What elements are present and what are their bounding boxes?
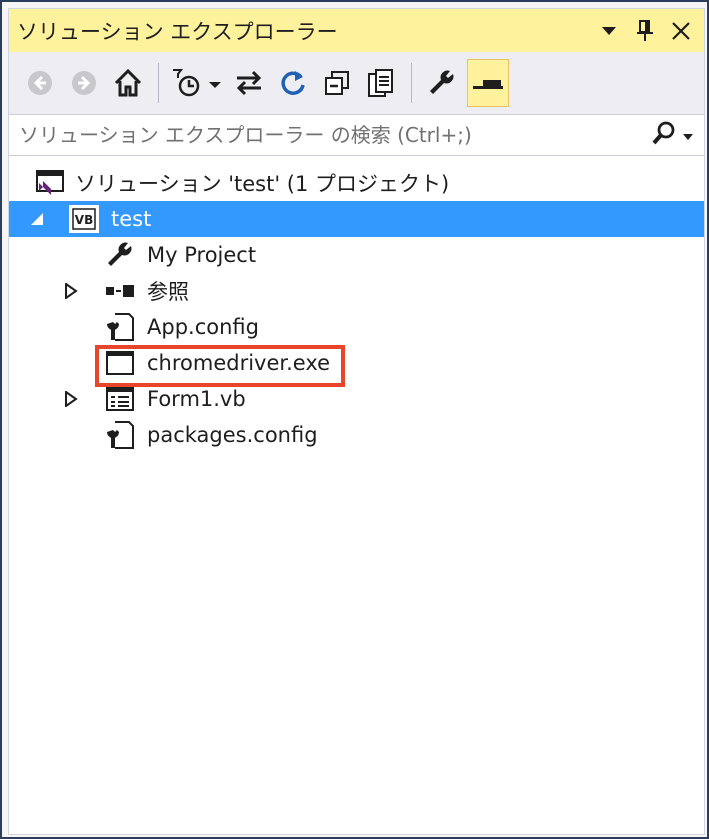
title-bar: ソリューション エクスプローラー <box>9 9 704 52</box>
properties-wrench-icon[interactable] <box>423 63 461 103</box>
solution-explorer-panel: ソリューション エクスプローラー ソリューション エクスプローラー の検索 (C… <box>8 8 705 835</box>
collapsed-arrow-icon[interactable] <box>63 391 79 407</box>
tree-node-label: 参照 <box>147 280 189 304</box>
title-buttons <box>598 19 692 42</box>
vb-project-icon: VB <box>69 204 99 234</box>
search-options-dropdown-icon[interactable] <box>682 126 694 145</box>
search-bar <box>9 114 704 156</box>
config-file-icon <box>105 312 135 342</box>
tree-node-solution[interactable]: ソリューション 'test' (1 プロジェクト) <box>9 165 704 201</box>
forward-icon[interactable] <box>65 63 103 103</box>
form-icon <box>105 384 135 414</box>
show-all-files-icon[interactable] <box>362 63 400 103</box>
close-icon[interactable] <box>670 20 692 42</box>
solution-tree: ソリューション 'test' (1 プロジェクト) VB test My Pro… <box>9 157 704 453</box>
preview-selected-items-icon[interactable] <box>467 59 509 107</box>
pin-icon[interactable] <box>634 19 656 42</box>
tree-node-references[interactable]: 参照 <box>9 273 704 309</box>
home-icon[interactable] <box>109 63 147 103</box>
search-input[interactable] <box>9 115 652 155</box>
tree-node-project[interactable]: VB test <box>9 201 704 237</box>
collapse-all-icon[interactable] <box>318 63 356 103</box>
tree-node-label: App.config <box>147 315 259 339</box>
back-icon[interactable] <box>21 63 59 103</box>
dropdown-arrow-icon[interactable] <box>598 20 620 42</box>
references-icon <box>105 276 135 306</box>
config-file-icon <box>105 420 135 450</box>
pending-changes-filter-icon[interactable] <box>170 63 224 103</box>
wrench-icon <box>105 240 135 270</box>
tree-node-label: ソリューション 'test' (1 プロジェクト) <box>75 172 450 196</box>
tree-node-label: Form1.vb <box>147 387 246 411</box>
collapsed-arrow-icon[interactable] <box>63 283 79 299</box>
refresh-icon[interactable] <box>274 63 312 103</box>
search-controls <box>652 121 694 149</box>
expanded-arrow-icon[interactable] <box>29 211 45 227</box>
tree-node-my-project[interactable]: My Project <box>9 237 704 273</box>
panel-title: ソリューション エクスプローラー <box>17 19 338 44</box>
toolbar-separator <box>411 63 412 103</box>
sync-with-active-document-icon[interactable] <box>230 63 268 103</box>
tree-node-label: test <box>111 207 152 231</box>
svg-text:VB: VB <box>75 213 93 227</box>
search-icon[interactable] <box>652 121 676 149</box>
solution-icon <box>35 168 65 198</box>
highlight-box <box>95 345 345 387</box>
tree-node-label: My Project <box>147 243 257 267</box>
window-frame: ソリューション エクスプローラー ソリューション エクスプローラー の検索 (C… <box>0 0 709 839</box>
tree-node-label: packages.config <box>147 423 318 447</box>
toolbar <box>9 52 704 114</box>
toolbar-separator <box>158 63 159 103</box>
tree-node-packages-config[interactable]: packages.config <box>9 417 704 453</box>
tree-node-app-config[interactable]: App.config <box>9 309 704 345</box>
